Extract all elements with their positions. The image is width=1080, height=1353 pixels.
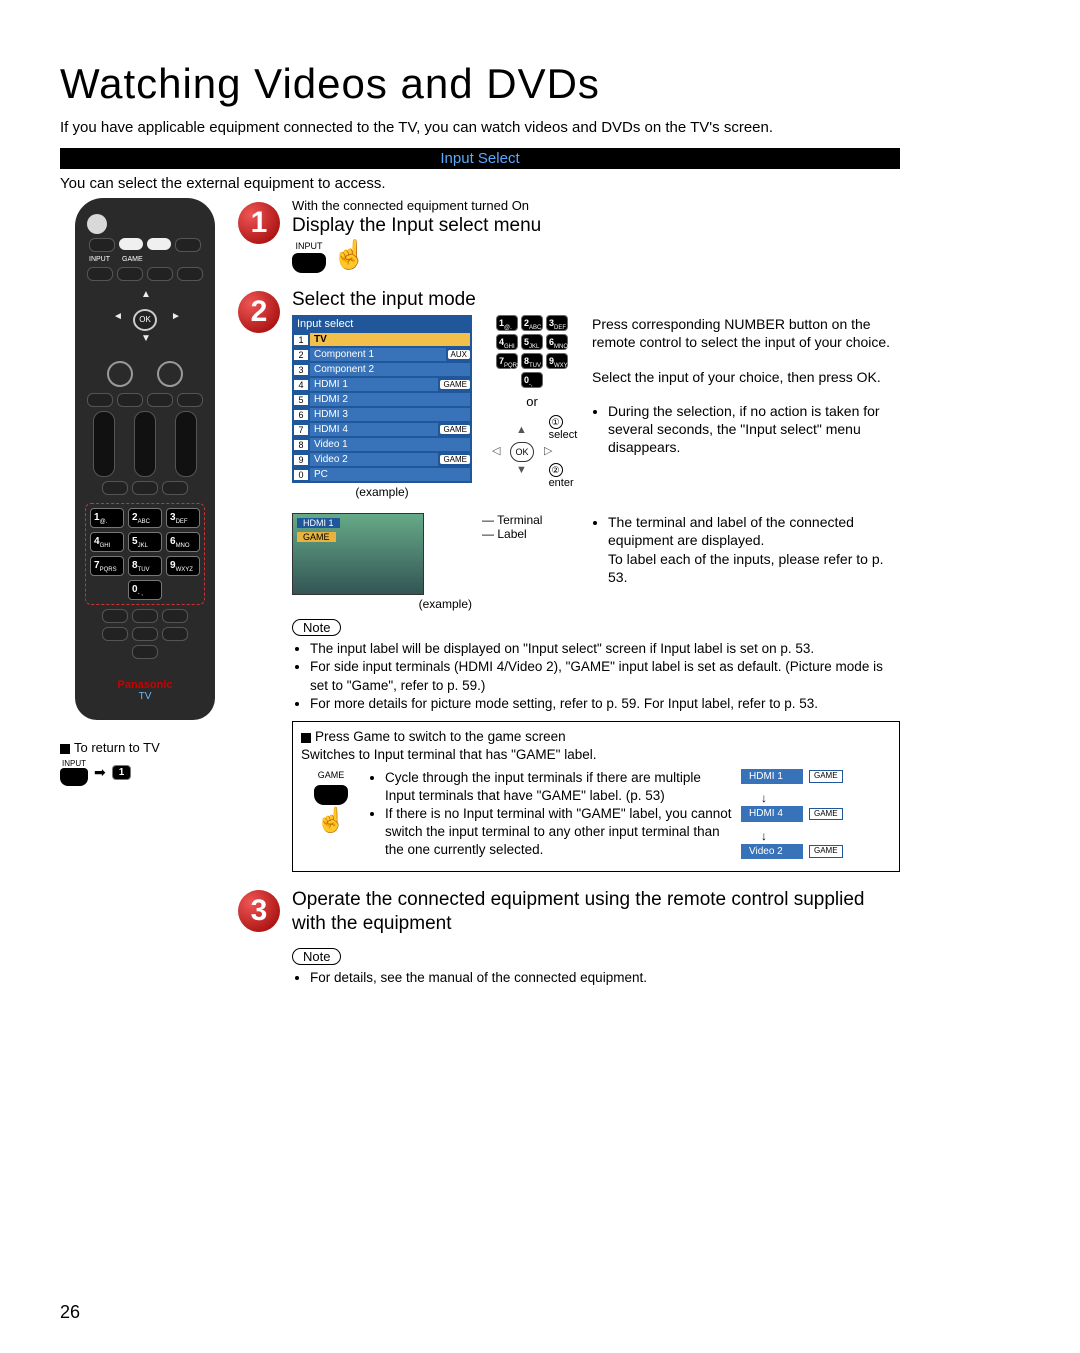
remote-numpad: 1@.2ABC3DEF 4GHI5JKL6MNO 7PQRS8TUV9WXYZ … [85, 503, 205, 605]
number-buttons-icon: 1@.2ABC3DEF4GHI5JKL6MNO7PQRS8TUV9WXYZ0-, [482, 315, 582, 388]
step-1-badge: 1 [238, 202, 280, 244]
intro-text: If you have applicable equipment connect… [60, 118, 900, 138]
hand-press-icon: ☝ [316, 809, 346, 833]
remote-illustration: INPUT GAME ▲▼ ◄► OK 1@.2ABC3DEF 4GHI5JKL… [75, 198, 215, 720]
page-number: 26 [60, 1302, 80, 1323]
input-button-icon [60, 768, 88, 786]
step-3-badge: 3 [238, 890, 280, 932]
return-to-tv: To return to TV INPUT ➡ 1 [60, 740, 230, 786]
step2-text-2: Select the input of your choice, then pr… [592, 368, 900, 386]
step2-notes: The input label will be displayed on "In… [292, 640, 900, 713]
ok-button-icon: OK [133, 309, 157, 331]
input-button-icon [292, 253, 326, 273]
step2-bullet-1: During the selection, if no action is ta… [608, 402, 900, 457]
sub-intro: You can select the external equipment to… [60, 175, 900, 192]
step3-note: For details, see the manual of the conne… [310, 969, 900, 987]
step2-text-1: Press corresponding NUMBER button on the… [592, 315, 900, 351]
or-text: or [482, 394, 582, 409]
game-button-icon [314, 785, 348, 805]
note-label: Note [292, 619, 341, 636]
tv-screenshot: HDMI 1 GAME [292, 513, 424, 595]
num-1-button-icon: 1 [112, 765, 132, 780]
game-switch-box: Press Game to switch to the game screen … [292, 721, 900, 872]
section-bar: Input Select [60, 148, 900, 169]
dpad-ok-icon: ▲▼ ◁▷ OK [482, 422, 545, 482]
hand-press-icon: ☝ [332, 241, 367, 269]
step1-pre: With the connected equipment turned On [292, 198, 900, 213]
tv-label: TV [83, 691, 207, 702]
step3-title: Operate the connected equipment using th… [292, 888, 900, 936]
step1-title: Display the Input select menu [292, 215, 900, 237]
input-select-menu: Input select 1TV2Component 1AUX3Componen… [292, 315, 472, 483]
brand-label: Panasonic [83, 679, 207, 691]
page-title: Watching Videos and DVDs [60, 60, 900, 108]
step-2-badge: 2 [238, 291, 280, 333]
note-label: Note [292, 948, 341, 965]
arrow-right-icon: ➡ [94, 764, 106, 781]
game-cycle-diagram: HDMI 1GAME↓HDMI 4GAME↓Video 2GAME [741, 769, 891, 866]
step2-title: Select the input mode [292, 289, 900, 311]
